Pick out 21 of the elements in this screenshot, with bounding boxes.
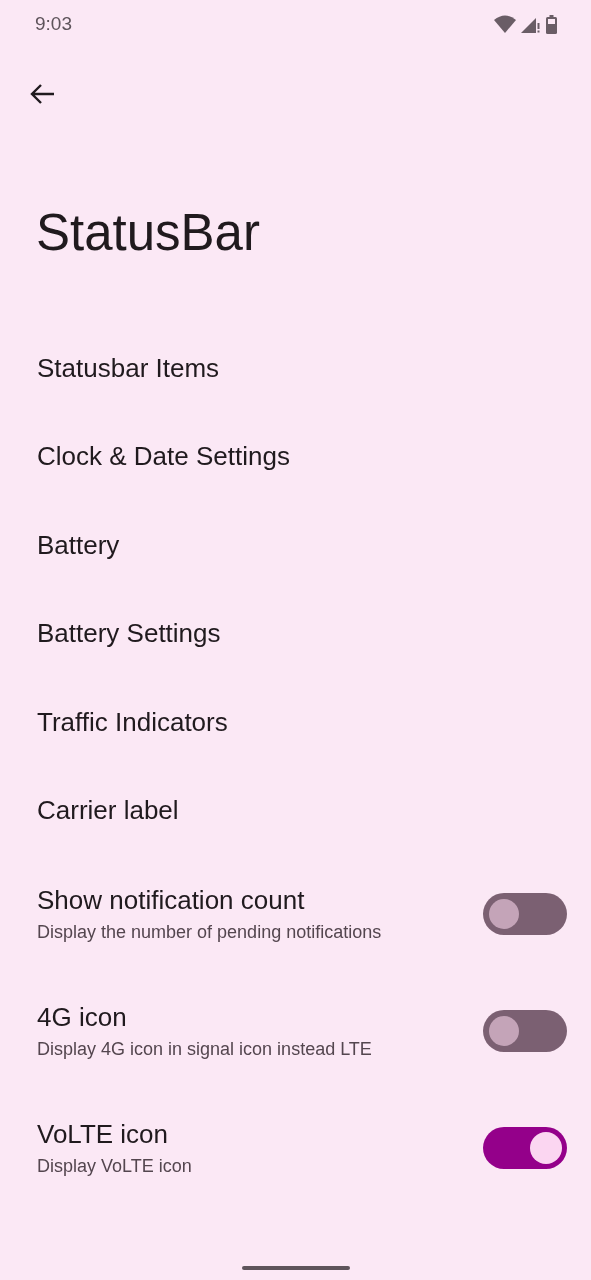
toggle-switch[interactable]: [483, 1126, 567, 1169]
wifi-icon: [494, 15, 516, 33]
setting-summary: Display VoLTE icon: [37, 1155, 192, 1177]
setting-summary: Display 4G icon in signal icon instead LTE: [37, 1038, 372, 1060]
settings-item[interactable]: Traffic Indicators: [0, 678, 591, 767]
settings-item[interactable]: Battery Settings: [0, 589, 591, 678]
status-time: 9:03: [35, 13, 72, 35]
settings-item[interactable]: Clock & Date Settings: [0, 412, 591, 501]
settings-item[interactable]: Battery: [0, 501, 591, 590]
settings-item[interactable]: Carrier label: [0, 766, 591, 855]
settings-item[interactable]: Statusbar Items: [0, 324, 591, 413]
setting-title: 4G icon: [37, 1001, 128, 1033]
setting-summary: Display the number of pending notifications: [37, 921, 382, 943]
toggle-switch[interactable]: [483, 892, 567, 935]
page-title: StatusBar: [35, 202, 261, 263]
setting-title: VoLTE icon: [37, 1118, 170, 1150]
setting-title: Show notification count: [37, 884, 306, 916]
toggle-switch[interactable]: [483, 1009, 567, 1052]
gesture-handle[interactable]: [241, 1266, 350, 1270]
battery-icon: [546, 14, 557, 34]
back-icon: [29, 83, 55, 105]
